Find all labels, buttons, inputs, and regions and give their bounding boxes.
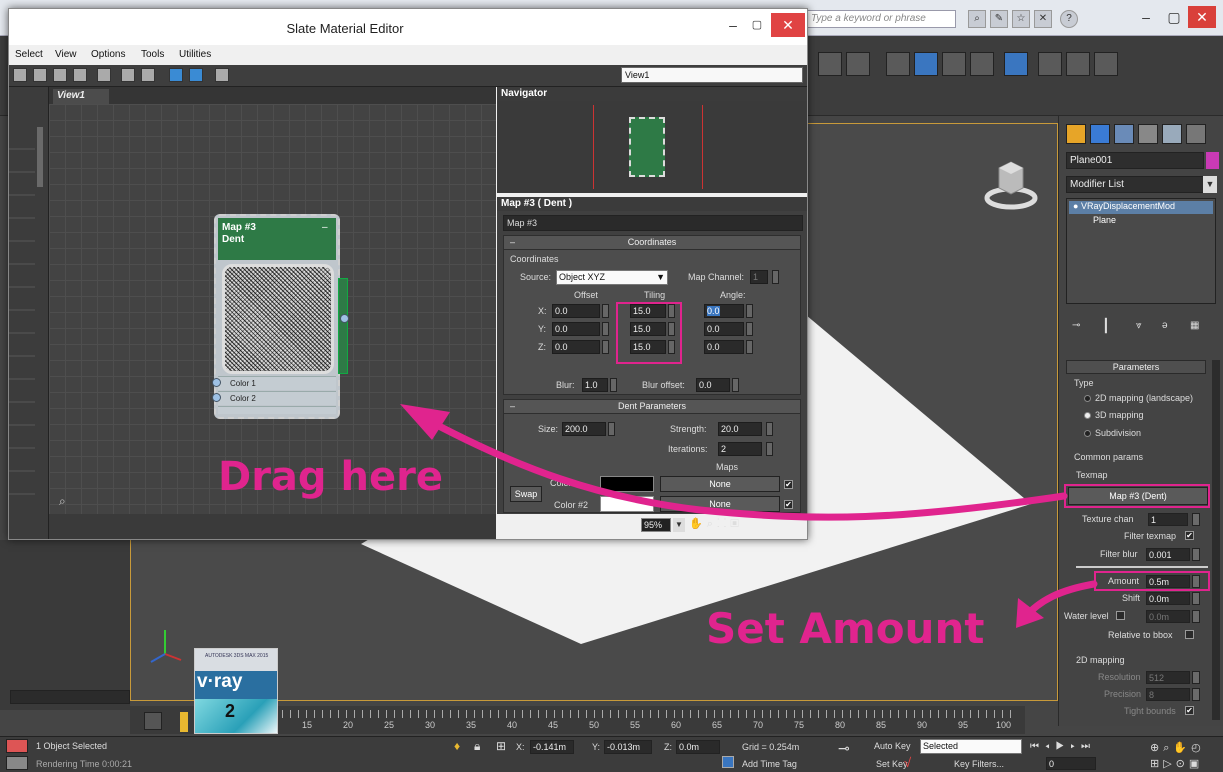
drag-here-annotation: Drag here xyxy=(218,454,443,500)
annotation-arrows xyxy=(400,404,1098,628)
set-amount-annotation: Set Amount xyxy=(706,604,985,653)
drag-arrow xyxy=(416,412,1068,521)
drag-arrowhead xyxy=(400,404,450,440)
